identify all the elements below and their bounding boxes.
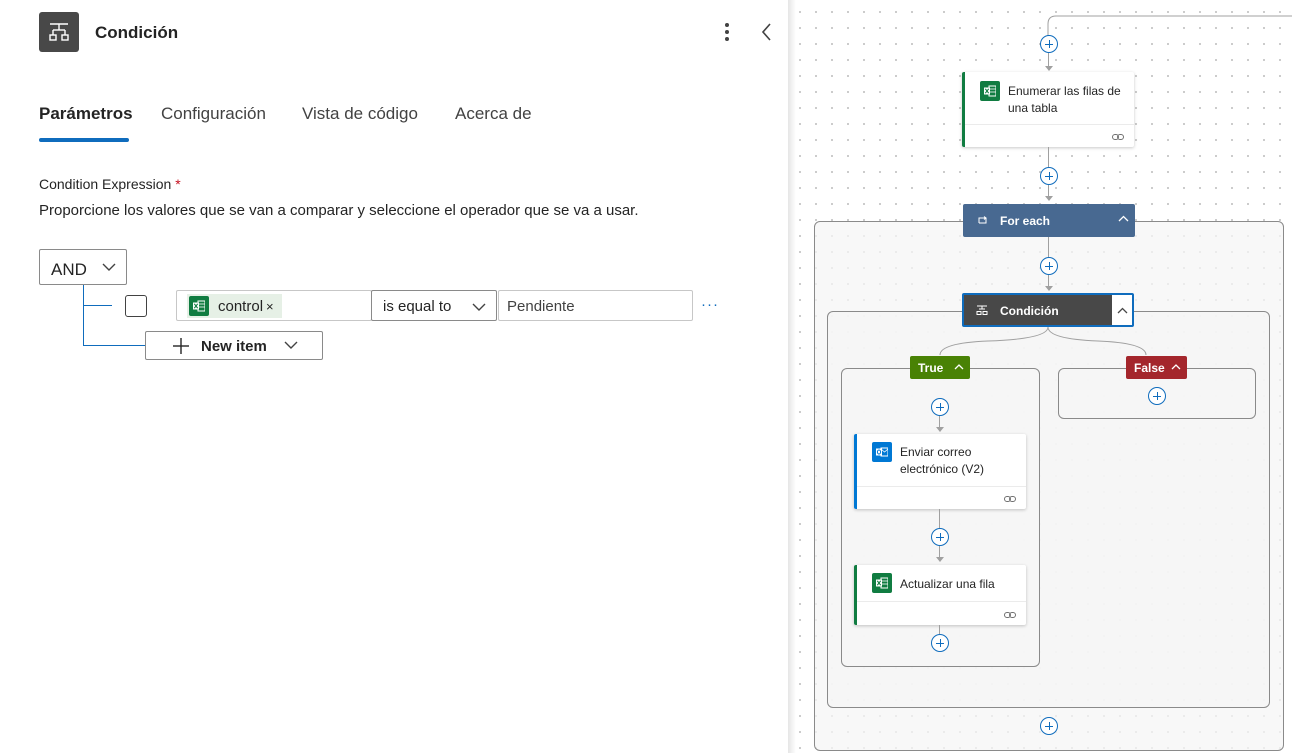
add-icon <box>173 338 189 354</box>
tab-parametros[interactable]: Parámetros <box>39 104 133 124</box>
more-options-icon[interactable] <box>717 20 737 44</box>
new-item-button[interactable]: New item <box>145 331 323 360</box>
group-operator-value: AND <box>51 260 87 279</box>
card-accent <box>854 434 857 509</box>
operator-value: is equal to <box>383 298 452 315</box>
add-step-icon[interactable] <box>1148 387 1166 405</box>
connector-line <box>1048 53 1049 66</box>
connector-line <box>939 546 940 557</box>
condition-config-panel: Condición Parámetros Configuración Vista… <box>0 0 788 753</box>
tree-connector <box>83 285 84 346</box>
right-operand-input[interactable]: Pendiente <box>498 290 693 321</box>
link-icon <box>1004 496 1016 502</box>
condition-expression-label: Condition Expression * <box>39 176 181 192</box>
add-step-icon[interactable] <box>1040 717 1058 735</box>
connector-line <box>1047 15 1292 40</box>
tree-connector <box>84 345 146 346</box>
card-title: Actualizar una fila <box>900 577 995 591</box>
excel-icon <box>980 81 1000 101</box>
card-title-line: una tabla <box>1008 101 1058 115</box>
chevron-down-icon <box>284 341 298 349</box>
card-accent <box>962 72 965 147</box>
chevron-up-icon <box>1117 307 1128 314</box>
loop-icon <box>978 216 987 224</box>
card-title-line: Enumerar las filas de <box>1008 84 1121 98</box>
tab-acerca-de[interactable]: Acerca de <box>455 104 532 124</box>
add-step-icon[interactable] <box>931 398 949 416</box>
tree-connector <box>84 305 112 306</box>
chevron-up-icon[interactable] <box>1171 363 1181 370</box>
branch-connectors <box>939 327 1147 356</box>
chevron-left-icon[interactable] <box>757 20 777 44</box>
for-each-header[interactable]: For each <box>963 204 1135 237</box>
card-divider <box>965 124 1134 125</box>
tab-vista-de-codigo[interactable]: Vista de código <box>302 104 418 124</box>
false-branch-badge[interactable]: False <box>1126 356 1187 379</box>
left-operand-input[interactable]: control × <box>176 290 372 321</box>
link-icon <box>1004 612 1016 618</box>
token-label: control <box>218 297 264 315</box>
update-row-card[interactable]: Actualizar una fila <box>854 565 1026 625</box>
condition-header[interactable]: Condición <box>962 293 1134 327</box>
panel-shadow <box>788 0 796 753</box>
connector-arrow <box>936 557 944 562</box>
card-accent <box>854 565 857 625</box>
condition-title: Condición <box>1000 304 1059 318</box>
token-remove-icon[interactable]: × <box>266 299 274 314</box>
dynamic-content-token[interactable]: control × <box>187 294 282 318</box>
card-title-line: Enviar correo <box>900 445 972 459</box>
card-divider <box>857 601 1026 602</box>
add-step-icon[interactable] <box>1040 35 1058 53</box>
new-item-label: New item <box>201 338 267 355</box>
false-label: False <box>1134 361 1165 375</box>
excel-icon <box>872 573 892 593</box>
connector-line <box>1048 275 1049 286</box>
true-branch-badge[interactable]: True <box>910 356 970 379</box>
connector-line <box>1048 237 1049 257</box>
panel-header: Condición <box>39 12 779 52</box>
active-tab-indicator <box>39 138 129 142</box>
connector-arrow <box>1045 66 1053 71</box>
outlook-icon <box>872 442 892 462</box>
condition-description: Proporcione los valores que se van a com… <box>39 202 639 219</box>
connector-line <box>939 625 940 634</box>
card-title: Enumerar las filas de una tabla <box>1008 83 1121 117</box>
add-step-icon[interactable] <box>1040 167 1058 185</box>
tab-configuracion[interactable]: Configuración <box>161 104 266 124</box>
send-email-card[interactable]: Enviar correo electrónico (V2) <box>854 434 1026 509</box>
condition-icon <box>39 12 79 52</box>
row-select-checkbox[interactable] <box>125 295 147 317</box>
card-title-line: electrónico (V2) <box>900 462 985 476</box>
chevron-up-icon[interactable] <box>954 363 964 370</box>
chevron-down-icon <box>102 263 116 271</box>
required-mark: * <box>175 176 181 192</box>
excel-icon <box>189 296 209 316</box>
operator-dropdown[interactable]: is equal to <box>371 290 497 321</box>
true-label: True <box>918 361 944 375</box>
add-step-icon[interactable] <box>931 634 949 652</box>
connector-arrow <box>1045 286 1053 291</box>
add-step-icon[interactable] <box>1040 257 1058 275</box>
card-title: Enviar correo electrónico (V2) <box>900 444 984 478</box>
list-rows-card[interactable]: Enumerar las filas de una tabla <box>962 72 1134 147</box>
condition-icon <box>976 305 988 315</box>
chevron-up-icon[interactable] <box>1118 215 1129 222</box>
chevron-down-icon <box>472 303 486 311</box>
connector-line <box>1048 185 1049 196</box>
connector-arrow <box>1045 196 1053 201</box>
collapse-button[interactable] <box>1113 295 1132 325</box>
add-step-icon[interactable] <box>931 528 949 546</box>
for-each-title: For each <box>1000 214 1051 228</box>
group-operator-dropdown[interactable]: AND <box>39 249 127 285</box>
connector-line <box>1048 147 1049 167</box>
connector-arrow <box>936 427 944 432</box>
label-text: Condition Expression <box>39 176 172 192</box>
flow-canvas[interactable]: Enumerar las filas de una tabla For each… <box>788 0 1292 753</box>
panel-title: Condición <box>95 23 179 42</box>
connector-line <box>939 509 940 528</box>
link-icon <box>1112 134 1124 140</box>
row-more-options-icon[interactable]: ··· <box>701 296 719 313</box>
connector-line <box>939 416 940 427</box>
card-divider <box>857 486 1026 487</box>
